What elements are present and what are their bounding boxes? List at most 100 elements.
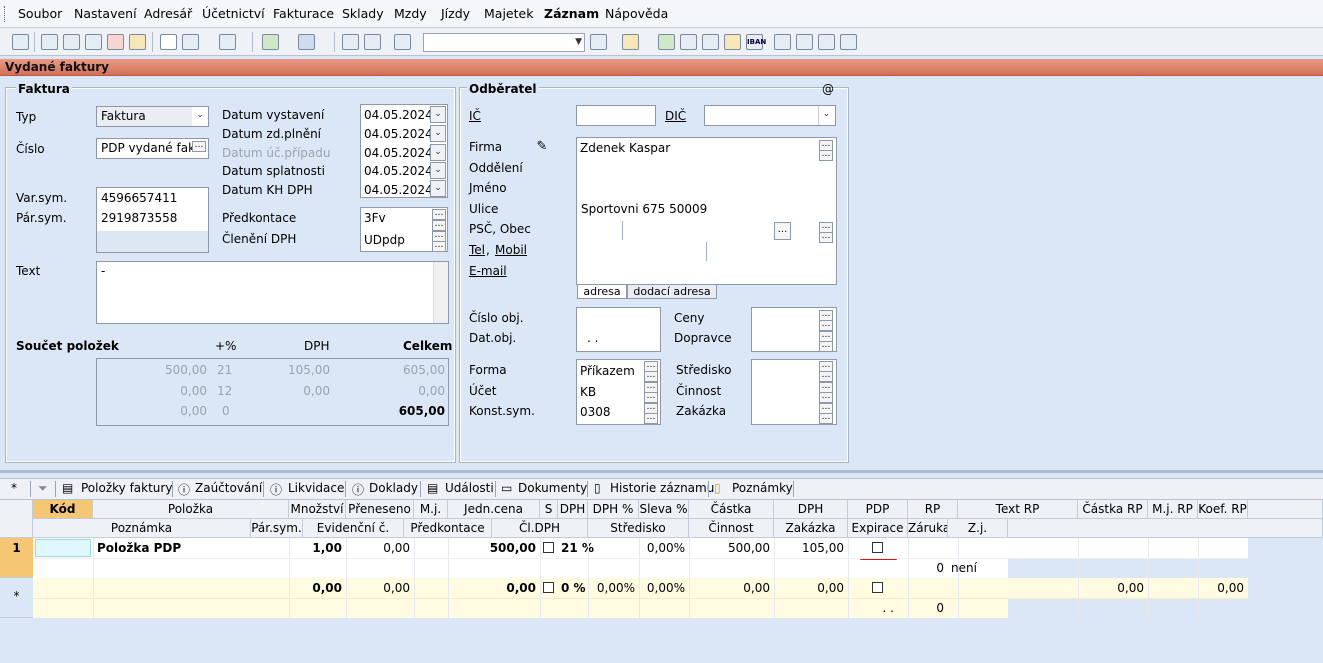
- row-new-dph[interactable]: 0 %: [561, 578, 586, 598]
- col-cinnost[interactable]: Činnost: [689, 519, 774, 538]
- konst-sym-field[interactable]: 0308: [580, 405, 611, 419]
- datum-khdph-field[interactable]: 04.05.2024: [364, 183, 433, 197]
- col-predkontace[interactable]: Předkontace: [404, 519, 492, 538]
- chevron-down-icon[interactable]: ⌄: [430, 144, 446, 161]
- tab-historie-zaznamu[interactable]: Historie záznamu: [610, 481, 714, 495]
- text-area[interactable]: [96, 261, 449, 324]
- monitor-icon[interactable]: [796, 34, 813, 50]
- menu-ucetnictvi[interactable]: Účetnictví: [202, 6, 265, 21]
- datum-vystaveni-field[interactable]: 04.05.2024: [364, 108, 433, 122]
- menu-nastaveni[interactable]: Nastavení: [74, 6, 137, 21]
- row-new-koef-rp[interactable]: 0,00: [1198, 578, 1248, 598]
- tab-zauctovani[interactable]: Zaúčtování: [195, 481, 262, 495]
- tab-udalosti[interactable]: Události: [445, 481, 494, 495]
- save-copy-icon[interactable]: [364, 34, 381, 50]
- row-new-expirace[interactable]: . .: [848, 598, 898, 618]
- col-cl-dph[interactable]: Čl.DPH: [492, 519, 588, 538]
- filter-icon[interactable]: [590, 34, 607, 50]
- chevron-down-icon[interactable]: ⌄: [430, 180, 446, 197]
- forma-field[interactable]: Příkazem: [580, 364, 635, 378]
- chevron-down-icon[interactable]: ⌄: [192, 107, 208, 126]
- email-label[interactable]: E-mail: [469, 264, 507, 278]
- row-new-preneseno[interactable]: 0,00: [346, 578, 414, 598]
- ulice-field[interactable]: Sportovni 675 50009: [581, 202, 707, 216]
- menu-zaznam[interactable]: Záznam: [544, 6, 599, 21]
- firma-ellipsis-button[interactable]: …: [819, 150, 833, 161]
- copy-icon[interactable]: [41, 34, 58, 50]
- col-dph-pct[interactable]: DPH %: [588, 500, 639, 519]
- col-poznamka[interactable]: Poznámka: [33, 519, 251, 538]
- gear-icon[interactable]: [298, 34, 315, 50]
- ic-field[interactable]: [576, 105, 656, 126]
- parsym-field[interactable]: 2919873558: [101, 211, 177, 225]
- menu-adresar[interactable]: Adresář: [144, 6, 192, 21]
- kod-cell-editor[interactable]: [35, 539, 91, 557]
- konst-ellipsis-button[interactable]: …: [644, 413, 658, 424]
- col-polozka[interactable]: Položka: [93, 500, 289, 519]
- row-1-s-checkbox[interactable]: [543, 542, 554, 553]
- tab-likvidace[interactable]: Likvidace: [288, 481, 344, 495]
- row-1-preneseno[interactable]: 0,00: [346, 538, 414, 558]
- col-pdp[interactable]: PDP: [848, 500, 908, 519]
- col-evidencni[interactable]: Evidenční č.: [303, 519, 404, 538]
- col-parsym[interactable]: Pár.sym.: [251, 519, 303, 538]
- help-pointer-icon[interactable]: [840, 34, 857, 50]
- row-new-pdp-checkbox[interactable]: [872, 582, 883, 593]
- row-new-jedn-cena[interactable]: 0,00: [448, 578, 540, 598]
- col-preneseno[interactable]: Přeneseno: [346, 500, 414, 519]
- tab-doklady[interactable]: Doklady: [369, 481, 418, 495]
- col-castka-rp[interactable]: Částka RP: [1078, 500, 1148, 519]
- new-document-icon[interactable]: [160, 34, 177, 50]
- predkontace-field[interactable]: 3Fv: [364, 211, 386, 225]
- varsym-field[interactable]: 4596657411: [101, 191, 177, 205]
- col-jedn-cena[interactable]: Jedn.cena: [448, 500, 540, 519]
- chevron-down-icon[interactable]: ⌄: [818, 106, 834, 125]
- edit-icon[interactable]: [182, 34, 199, 50]
- chevron-down-icon[interactable]: ⌄: [430, 106, 446, 123]
- ucet-field[interactable]: KB: [580, 385, 596, 399]
- row-new-s-checkbox[interactable]: [543, 582, 554, 593]
- save-icon[interactable]: [342, 34, 359, 50]
- menu-mzdy[interactable]: Mzdy: [394, 6, 427, 21]
- dic-field[interactable]: [704, 105, 836, 126]
- cleneni-dph-field[interactable]: UDpdp: [364, 233, 405, 247]
- col-mnozstvi[interactable]: Množství: [289, 500, 346, 519]
- presentation-icon[interactable]: [818, 34, 835, 50]
- menu-jizdy[interactable]: Jízdy: [441, 6, 470, 21]
- col-mj[interactable]: M.j.: [414, 500, 448, 519]
- row-1-polozka[interactable]: Položka PDP: [97, 538, 181, 558]
- tab-dokumenty[interactable]: Dokumenty: [518, 481, 587, 495]
- dic-label[interactable]: DIČ: [665, 109, 686, 123]
- col-zj[interactable]: Z.j.: [948, 519, 1008, 538]
- folder-star-icon[interactable]: [622, 34, 639, 50]
- row-1-jedn-cena[interactable]: 500,00: [448, 538, 540, 558]
- duplicate-icon[interactable]: [394, 34, 411, 50]
- col-koef-rp[interactable]: Koef. RP: [1198, 500, 1248, 519]
- panel-splitter[interactable]: [0, 470, 1323, 473]
- obj-box[interactable]: [576, 307, 661, 352]
- print-preview-icon[interactable]: [85, 34, 102, 50]
- tel-label[interactable]: Tel: [469, 243, 485, 257]
- row-1-dph-value[interactable]: 105,00: [774, 538, 848, 558]
- tab-polozky-faktury[interactable]: Položky faktury: [81, 481, 172, 495]
- dopravce-ellipsis-button[interactable]: …: [819, 341, 833, 352]
- pdf-icon[interactable]: [107, 34, 124, 50]
- grid-icon[interactable]: [680, 34, 697, 50]
- datum-splatnosti-field[interactable]: 04.05.2024: [364, 164, 433, 178]
- print-icon[interactable]: [63, 34, 80, 50]
- filter-combo[interactable]: ▼: [423, 33, 585, 52]
- cleneni-ellipsis-button[interactable]: …: [432, 241, 446, 252]
- psc-ellipsis-button[interactable]: ...: [774, 222, 791, 240]
- email-at-icon[interactable]: @: [822, 82, 834, 96]
- psc-ellipsis-button[interactable]: …: [819, 232, 833, 243]
- calculator-icon[interactable]: [702, 34, 719, 50]
- row-1-header[interactable]: 1: [0, 538, 33, 578]
- export-icon[interactable]: [129, 34, 146, 50]
- menu-napoveda[interactable]: Nápověda: [605, 6, 668, 21]
- row-1-castka[interactable]: 500,00: [689, 538, 774, 558]
- chevron-down-icon[interactable]: ⌄: [430, 125, 446, 142]
- clear-eraser-icon[interactable]: ✎: [534, 139, 550, 155]
- row-1-mnozstvi[interactable]: 1,00: [289, 538, 346, 558]
- tab-dodaci-adresa[interactable]: dodací adresa: [627, 285, 717, 299]
- table-icon[interactable]: [219, 34, 236, 50]
